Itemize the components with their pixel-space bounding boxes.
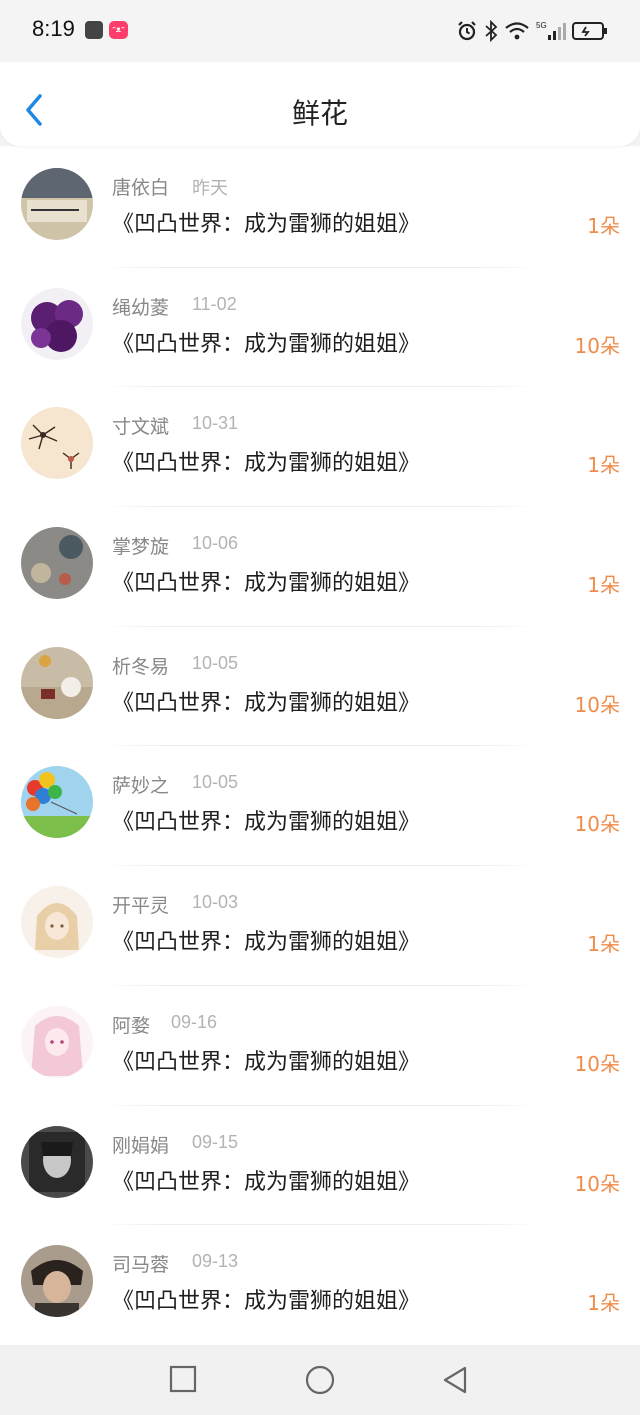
page-title: 鲜花 (291, 97, 348, 130)
book-title: 《凹凸世界：成为雷狮的姐姐》 (112, 451, 421, 477)
list-item[interactable]: 寸文斌 10-31 《凹凸世界：成为雷狮的姐姐》 1朵 (0, 387, 640, 508)
list-item[interactable]: 司马蓉 09-13 《凹凸世界：成为雷狮的姐姐》 1朵 (0, 1225, 640, 1345)
list-item[interactable]: 掌梦旋 10-06 《凹凸世界：成为雷狮的姐姐》 1朵 (0, 507, 640, 627)
book-title: 《凹凸世界：成为雷狮的姐姐》 (112, 690, 421, 716)
status-icons: 5G (456, 18, 608, 44)
send-date: 10-06 (192, 533, 239, 554)
sender-name: 阿婺 (112, 1014, 151, 1037)
avatar[interactable] (21, 646, 93, 719)
status-time: 8:19 (32, 16, 75, 41)
avatar[interactable] (21, 1125, 93, 1198)
flower-count: 1朵 (587, 453, 620, 478)
send-date: 11-02 (192, 293, 237, 314)
sender-name: 唐依白 (112, 177, 170, 199)
alarm-icon (458, 21, 476, 41)
avatar[interactable] (21, 1245, 93, 1318)
send-date: 10-05 (192, 652, 239, 673)
send-date: 10-31 (192, 413, 239, 434)
flower-count: 1朵 (587, 214, 620, 238)
bluetooth-icon (485, 20, 498, 42)
cellular-signal-icon: 5G (536, 21, 566, 40)
flower-count: 10朵 (574, 692, 620, 717)
battery-icon (572, 22, 607, 40)
flower-count: 10朵 (574, 1171, 620, 1196)
book-title: 《凹凸世界：成为雷狮的姐姐》 (112, 1289, 421, 1315)
send-date: 昨天 (192, 178, 228, 198)
flower-list: 唐依白 昨天 《凹凸世界：成为雷狮的姐姐》 1朵 绳幼菱 11-02 《凹凸世界… (0, 148, 640, 1345)
book-title: 《凹凸世界：成为雷狮的姐姐》 (112, 1169, 421, 1195)
book-title: 《凹凸世界：成为雷狮的姐姐》 (112, 930, 421, 956)
sender-name: 司马蓉 (112, 1254, 170, 1277)
status-bar: 8:19 ᵔᴥᵔ 5G (0, 0, 640, 62)
avatar[interactable] (21, 287, 93, 360)
avatar[interactable] (21, 886, 93, 959)
avatar[interactable] (21, 766, 93, 839)
avatar[interactable] (21, 527, 93, 600)
list-item[interactable]: 开平灵 10-03 《凹凸世界：成为雷狮的姐姐》 1朵 (0, 866, 640, 986)
sender-name: 刚娟娟 (112, 1134, 170, 1157)
flower-count: 1朵 (587, 573, 620, 598)
flower-count: 1朵 (587, 932, 620, 957)
avatar[interactable] (21, 1005, 93, 1078)
send-date: 09-15 (192, 1131, 239, 1152)
flower-count: 10朵 (574, 812, 620, 837)
sender-name: 萨妙之 (112, 775, 170, 798)
network-type-text: 5G (536, 21, 547, 30)
flower-count: 1朵 (587, 1291, 620, 1316)
sender-name: 寸文斌 (112, 416, 170, 439)
wifi-icon (505, 22, 529, 40)
book-title: 《凹凸世界：成为雷狮的姐姐》 (112, 571, 421, 597)
triangle-back-icon[interactable] (441, 1365, 469, 1395)
flower-count: 10朵 (574, 1051, 620, 1076)
send-date: 09-13 (192, 1251, 239, 1272)
list-item[interactable]: 萨妙之 10-05 《凹凸世界：成为雷狮的姐姐》 10朵 (0, 746, 640, 867)
sender-name: 开平灵 (112, 895, 170, 918)
book-title: 《凹凸世界：成为雷狮的姐姐》 (112, 212, 421, 237)
sender-name: 析冬易 (112, 655, 170, 678)
flower-count: 10朵 (574, 333, 620, 358)
send-date: 10-05 (192, 772, 239, 793)
book-title: 《凹凸世界：成为雷狮的姐姐》 (112, 810, 421, 836)
list-item[interactable]: 刚娟娟 09-15 《凹凸世界：成为雷狮的姐姐》 10朵 (0, 1106, 640, 1226)
send-date: 09-16 (171, 1011, 218, 1032)
avatar[interactable] (21, 168, 93, 240)
list-item[interactable]: 绳幼菱 11-02 《凹凸世界：成为雷狮的姐姐》 10朵 (0, 268, 640, 388)
sender-name: 绳幼菱 (112, 296, 170, 319)
list-item[interactable]: 唐依白 昨天 《凹凸世界：成为雷狮的姐姐》 1朵 (0, 148, 640, 268)
send-date: 10-03 (192, 892, 239, 913)
list-item[interactable]: 阿婺 09-16 《凹凸世界：成为雷狮的姐姐》 10朵 (0, 986, 640, 1106)
square-recents-icon[interactable] (169, 1365, 197, 1393)
avatar[interactable] (21, 407, 93, 480)
app-badge-icon: ᵔᴥᵔ (109, 21, 128, 39)
system-navigation-bar (0, 1345, 640, 1415)
sender-name: 掌梦旋 (112, 536, 170, 559)
book-title: 《凹凸世界：成为雷狮的姐姐》 (112, 1049, 421, 1075)
circle-home-icon[interactable] (304, 1364, 336, 1396)
notification-icon (85, 21, 103, 39)
list-item[interactable]: 析冬易 10-05 《凹凸世界：成为雷狮的姐姐》 10朵 (0, 627, 640, 747)
book-title: 《凹凸世界：成为雷狮的姐姐》 (112, 331, 421, 357)
